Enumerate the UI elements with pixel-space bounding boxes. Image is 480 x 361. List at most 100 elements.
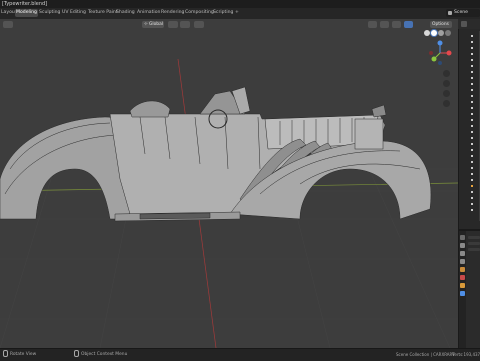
tab-uv-editing[interactable]: UV Editing — [61, 9, 87, 17]
object-icon — [471, 173, 473, 175]
x-axis-icon — [446, 50, 452, 56]
material-shading-icon[interactable] — [438, 30, 444, 36]
object-icon — [471, 197, 473, 199]
snap-button[interactable] — [180, 21, 190, 28]
title-bar: [Typewriter.blend] — [0, 0, 480, 8]
object-icon — [471, 125, 473, 127]
car-model[interactable] — [0, 86, 432, 222]
z-axis-icon — [437, 40, 443, 46]
property-row[interactable] — [468, 248, 480, 251]
property-row[interactable] — [468, 236, 480, 239]
render-tab-icon[interactable] — [460, 243, 465, 248]
window-title: [Typewriter.blend] — [2, 1, 48, 7]
tool-tab-icon[interactable] — [460, 235, 465, 240]
scene-icon — [448, 11, 452, 15]
object-icon — [471, 149, 473, 151]
object-icon — [471, 65, 473, 67]
object-icon — [471, 47, 473, 49]
wireframe-shading-icon[interactable] — [424, 30, 430, 36]
view-layer-tab-icon[interactable] — [460, 259, 465, 264]
tab-shading[interactable]: Shading — [115, 9, 136, 17]
object-icon — [471, 203, 473, 205]
object-icon — [471, 89, 473, 91]
zoom-view-icon[interactable] — [443, 70, 450, 77]
object-icon — [471, 53, 473, 55]
proportional-edit-button[interactable] — [194, 21, 204, 28]
object-icon — [471, 113, 473, 115]
properties-editor[interactable] — [458, 231, 480, 348]
orientation-icon: ⊹ — [144, 22, 148, 27]
solid-shading-icon[interactable] — [431, 30, 437, 36]
world-tab-icon[interactable] — [460, 275, 465, 280]
outliner-filter-icon[interactable] — [461, 21, 467, 27]
collection-icon — [471, 35, 473, 37]
scene-selector[interactable]: Scene — [446, 9, 480, 17]
modifier-tab-icon[interactable] — [460, 291, 465, 296]
object-tab-icon[interactable] — [460, 283, 465, 288]
tab-rendering[interactable]: Rendering — [160, 9, 185, 17]
add-workspace-button[interactable]: + — [234, 9, 240, 17]
scene-stats: Verts:193,437 | Faces — [452, 352, 480, 357]
mouse-icon — [3, 350, 8, 357]
object-icon — [471, 59, 473, 61]
view-object-types-button[interactable] — [368, 21, 377, 28]
pan-view-icon[interactable] — [443, 80, 450, 87]
tab-compositing[interactable]: Compositing — [184, 9, 215, 17]
output-tab-icon[interactable] — [460, 251, 465, 256]
properties-tab-strip — [459, 231, 466, 348]
gizmo-toggle-button[interactable] — [380, 21, 389, 28]
object-icon — [471, 131, 473, 133]
property-row[interactable] — [468, 242, 480, 245]
object-icon — [471, 167, 473, 169]
object-icon — [471, 179, 473, 181]
rotate-view-hint: Rotate View — [10, 352, 37, 357]
object-icon — [471, 143, 473, 145]
perspective-toggle-icon[interactable] — [443, 100, 450, 107]
overlays-toggle-button[interactable] — [392, 21, 401, 28]
navigation-gizmo[interactable] — [428, 40, 452, 66]
transform-orientation-dropdown[interactable]: ⊹ Global — [142, 21, 164, 28]
context-menu-hint: Object Context Menu — [81, 352, 128, 357]
object-icon — [471, 137, 473, 139]
tab-animation[interactable]: Animation — [136, 9, 161, 17]
object-icon — [471, 119, 473, 121]
outliner[interactable] — [458, 29, 480, 229]
options-dropdown[interactable]: Options — [430, 21, 452, 28]
xray-toggle-button[interactable] — [404, 21, 413, 28]
status-bar: Rotate View Object Context Menu Scene Co… — [0, 348, 480, 361]
camera-view-icon[interactable] — [443, 90, 450, 97]
status-middle-hint: Object Context Menu — [74, 349, 127, 361]
rendered-shading-icon[interactable] — [445, 30, 451, 36]
object-icon — [471, 83, 473, 85]
object-icon — [471, 71, 473, 73]
status-left-hint: Rotate View — [3, 349, 36, 361]
object-icon — [471, 77, 473, 79]
transform-orientation-label: Global — [149, 22, 164, 27]
tab-sculpting[interactable]: Sculpting — [38, 9, 61, 17]
y-axis-icon — [431, 56, 437, 62]
shading-mode-buttons — [424, 29, 454, 38]
viewport-header: ⊹ Global Options — [0, 19, 458, 30]
object-icon — [471, 209, 473, 211]
tab-modeling[interactable]: Modeling — [15, 9, 38, 17]
object-icon — [471, 41, 473, 43]
object-icon — [471, 95, 473, 97]
scene-name: Scene — [454, 10, 469, 15]
pivot-point-button[interactable] — [168, 21, 178, 28]
mouse-icon — [74, 350, 79, 357]
outliner-header — [458, 19, 480, 29]
object-icon — [471, 107, 473, 109]
3d-viewport[interactable] — [0, 19, 458, 348]
viewport-canvas — [0, 58, 458, 348]
object-icon — [471, 191, 473, 193]
tab-scripting[interactable]: Scripting — [212, 9, 234, 17]
editor-type-button[interactable] — [3, 21, 13, 28]
scene-tab-icon[interactable] — [460, 267, 465, 272]
active-object-icon — [471, 185, 473, 187]
object-icon — [471, 155, 473, 157]
tab-texture-paint[interactable]: Texture Paint — [87, 9, 119, 17]
object-icon — [471, 101, 473, 103]
object-icon — [471, 161, 473, 163]
scene-collection-status: Scene Collection | CARXRART — [396, 352, 455, 357]
options-label: Options — [432, 22, 449, 27]
